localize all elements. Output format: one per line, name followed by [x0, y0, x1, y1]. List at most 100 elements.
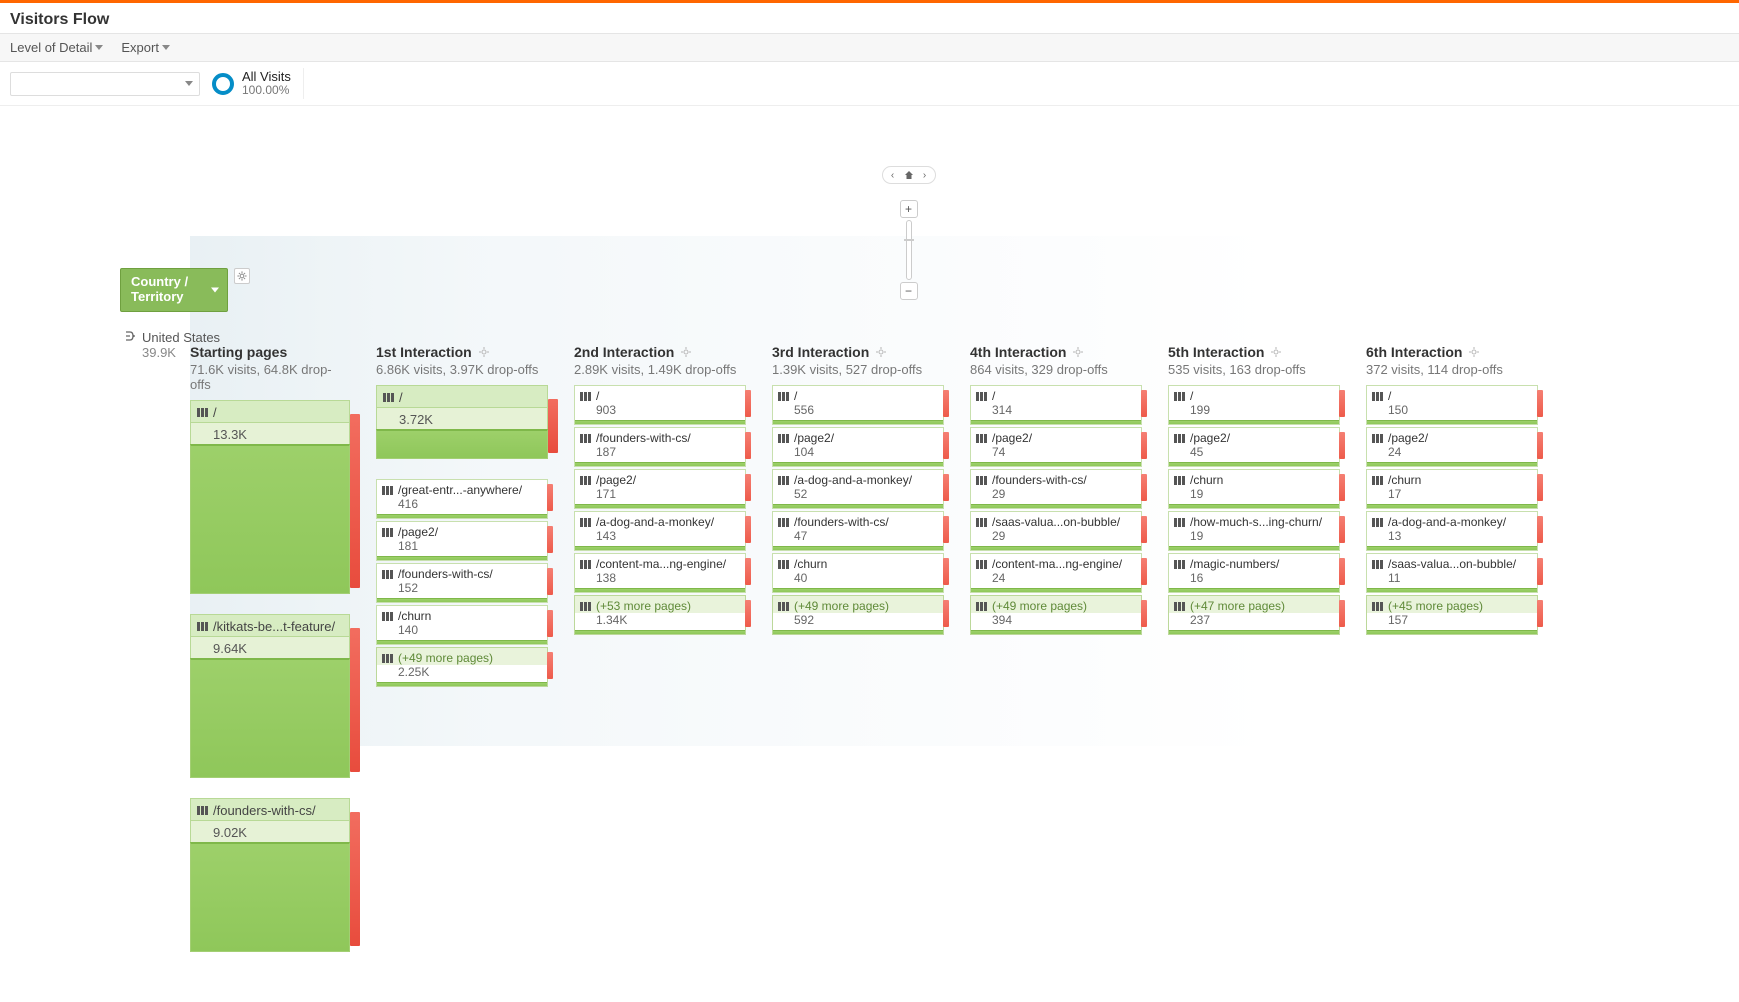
flow-columns: Starting pages 71.6K visits, 64.8K drop-… [190, 344, 1729, 972]
flow-node[interactable]: /a-dog-and-a-monkey/ 13 [1366, 511, 1538, 551]
flow-node-more[interactable]: (+47 more pages) 237 [1168, 595, 1340, 635]
column-title: 2nd Interaction [574, 344, 674, 360]
flow-node[interactable]: /churn 40 [772, 553, 944, 593]
page-icon [976, 392, 987, 401]
node-label: /content-ma...ng-engine/ [596, 557, 726, 571]
flow-node[interactable]: /founders-with-cs/ 29 [970, 469, 1142, 509]
flow-node[interactable]: /page2/ 74 [970, 427, 1142, 467]
flow-node[interactable]: /kitkats-be...t-feature/ 9.64K [190, 614, 350, 778]
dimension-settings-button[interactable] [234, 268, 250, 284]
dropoff-indicator [1141, 432, 1147, 459]
flow-node-more[interactable]: (+49 more pages) 2.25K [376, 647, 548, 687]
dropoff-indicator [547, 526, 553, 553]
flow-node[interactable]: /content-ma...ng-engine/ 24 [970, 553, 1142, 593]
flow-node[interactable]: /a-dog-and-a-monkey/ 52 [772, 469, 944, 509]
flow-node[interactable]: /saas-valua...on-bubble/ 29 [970, 511, 1142, 551]
dropoff-indicator [547, 610, 553, 637]
gear-icon[interactable] [680, 346, 692, 358]
node-value: 24 [971, 571, 1141, 588]
flow-visualization[interactable]: ‹ › + − Country / Territory [0, 106, 1739, 1002]
level-of-detail-menu[interactable]: Level of Detail [10, 40, 103, 55]
gear-icon[interactable] [1270, 346, 1282, 358]
gear-icon[interactable] [478, 346, 490, 358]
flow-node[interactable]: /page2/ 45 [1168, 427, 1340, 467]
column-title: 5th Interaction [1168, 344, 1264, 360]
gear-icon[interactable] [1468, 346, 1480, 358]
flow-node[interactable]: / 150 [1366, 385, 1538, 425]
flow-node-more[interactable]: (+53 more pages) 1.34K [574, 595, 746, 635]
flow-node[interactable]: /founders-with-cs/ 187 [574, 427, 746, 467]
zoom-out-button[interactable]: − [900, 282, 918, 300]
node-label: (+49 more pages) [794, 599, 889, 613]
nav-right-button[interactable]: › [917, 167, 933, 183]
node-value: 11 [1367, 571, 1537, 588]
flow-node[interactable]: /a-dog-and-a-monkey/ 143 [574, 511, 746, 551]
dimension-selector[interactable]: Country / Territory [120, 268, 228, 312]
gear-icon[interactable] [1072, 346, 1084, 358]
flow-node[interactable]: /founders-with-cs/ 47 [772, 511, 944, 551]
node-label: /how-much-s...ing-churn/ [1190, 515, 1322, 529]
segment-selector[interactable] [10, 72, 200, 96]
dropoff-indicator [1339, 432, 1345, 459]
page-icon [580, 392, 591, 401]
zoom-in-button[interactable]: + [900, 200, 918, 218]
flow-node[interactable]: / 314 [970, 385, 1142, 425]
node-value: 9.64K [213, 641, 247, 656]
flow-node[interactable]: /page2/ 104 [772, 427, 944, 467]
node-value: 40 [773, 571, 943, 588]
segment-ring-icon [212, 73, 234, 95]
node-value: 74 [971, 445, 1141, 462]
page-icon [976, 476, 987, 485]
export-menu[interactable]: Export [121, 40, 170, 55]
flow-node[interactable]: / 556 [772, 385, 944, 425]
flow-node[interactable]: /page2/ 181 [376, 521, 548, 561]
node-label: /magic-numbers/ [1190, 557, 1279, 571]
zoom-controls: + − [900, 200, 918, 300]
flow-node[interactable]: /churn 140 [376, 605, 548, 645]
flow-node[interactable]: /churn 17 [1366, 469, 1538, 509]
flow-node[interactable]: /page2/ 24 [1366, 427, 1538, 467]
flow-node[interactable]: /content-ma...ng-engine/ 138 [574, 553, 746, 593]
flow-node-more[interactable]: (+49 more pages) 394 [970, 595, 1142, 635]
page-icon [778, 476, 789, 485]
node-value: 104 [773, 445, 943, 462]
flow-node[interactable]: /founders-with-cs/ 9.02K [190, 798, 350, 952]
node-label: /churn [1388, 473, 1421, 487]
flow-node[interactable]: / 3.72K [376, 385, 548, 459]
node-value: 314 [971, 403, 1141, 420]
flow-node[interactable]: /founders-with-cs/ 152 [376, 563, 548, 603]
node-label: /page2/ [596, 473, 636, 487]
node-value: 199 [1169, 403, 1339, 420]
node-value: 592 [773, 613, 943, 630]
page-icon [778, 602, 789, 611]
node-value: 138 [575, 571, 745, 588]
zoom-slider[interactable] [906, 220, 912, 280]
flow-node[interactable]: /page2/ 171 [574, 469, 746, 509]
dropoff-indicator [1537, 516, 1543, 543]
flow-node[interactable]: /saas-valua...on-bubble/ 11 [1366, 553, 1538, 593]
dropoff-indicator [745, 600, 751, 627]
dropoff-indicator [1537, 558, 1543, 585]
flow-node[interactable]: /churn 19 [1168, 469, 1340, 509]
flow-node-more[interactable]: (+49 more pages) 592 [772, 595, 944, 635]
flow-node-more[interactable]: (+45 more pages) 157 [1366, 595, 1538, 635]
node-value: 13 [1367, 529, 1537, 546]
flow-node[interactable]: /how-much-s...ing-churn/ 19 [1168, 511, 1340, 551]
page-icon [1372, 602, 1383, 611]
flow-node[interactable]: / 199 [1168, 385, 1340, 425]
nav-left-button[interactable]: ‹ [885, 167, 901, 183]
page-icon [382, 612, 393, 621]
chevron-down-icon [162, 45, 170, 50]
chevron-down-icon [185, 81, 193, 86]
nav-home-button[interactable] [901, 167, 917, 183]
dropoff-indicator [1339, 474, 1345, 501]
segment-chip[interactable]: All Visits 100.00% [208, 68, 304, 99]
flow-node[interactable]: / 903 [574, 385, 746, 425]
flow-node[interactable]: /great-entr...-anywhere/ 416 [376, 479, 548, 519]
flow-node[interactable]: /magic-numbers/ 16 [1168, 553, 1340, 593]
flow-node[interactable]: / 13.3K [190, 400, 350, 594]
page-icon [580, 560, 591, 569]
dropoff-indicator [1141, 516, 1147, 543]
gear-icon[interactable] [875, 346, 887, 358]
page-icon [1174, 392, 1185, 401]
